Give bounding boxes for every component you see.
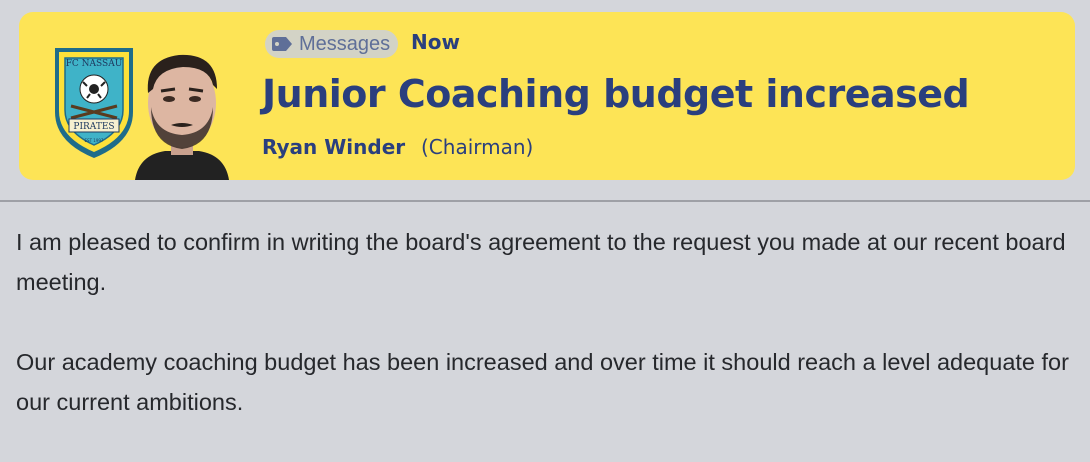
body-paragraph: Our academy coaching budget has been inc… bbox=[16, 349, 1069, 415]
messages-tag-label: Messages bbox=[299, 32, 391, 55]
message-header: FC NASSAU PIRATES EST 1997 Messages Now … bbox=[19, 12, 1075, 180]
message-title: Junior Coaching budget increased bbox=[262, 72, 970, 116]
svg-text:FC NASSAU: FC NASSAU bbox=[66, 59, 123, 69]
chairman-portrait bbox=[135, 54, 229, 180]
club-crest-logo: FC NASSAU PIRATES EST 1997 bbox=[55, 48, 133, 158]
messages-tag[interactable]: Messages bbox=[265, 30, 399, 58]
divider bbox=[0, 200, 1090, 202]
sender-name-link[interactable]: Ryan Winder bbox=[262, 135, 405, 159]
message-time: Now bbox=[411, 30, 460, 54]
svg-text:PIRATES: PIRATES bbox=[73, 122, 114, 132]
svg-text:EST 1997: EST 1997 bbox=[85, 138, 104, 143]
sender-role: (Chairman) bbox=[421, 135, 534, 159]
message-body: I am pleased to confirm in writing the b… bbox=[16, 222, 1076, 462]
tag-icon bbox=[272, 37, 292, 51]
body-paragraph: I am pleased to confirm in writing the b… bbox=[16, 229, 1066, 295]
